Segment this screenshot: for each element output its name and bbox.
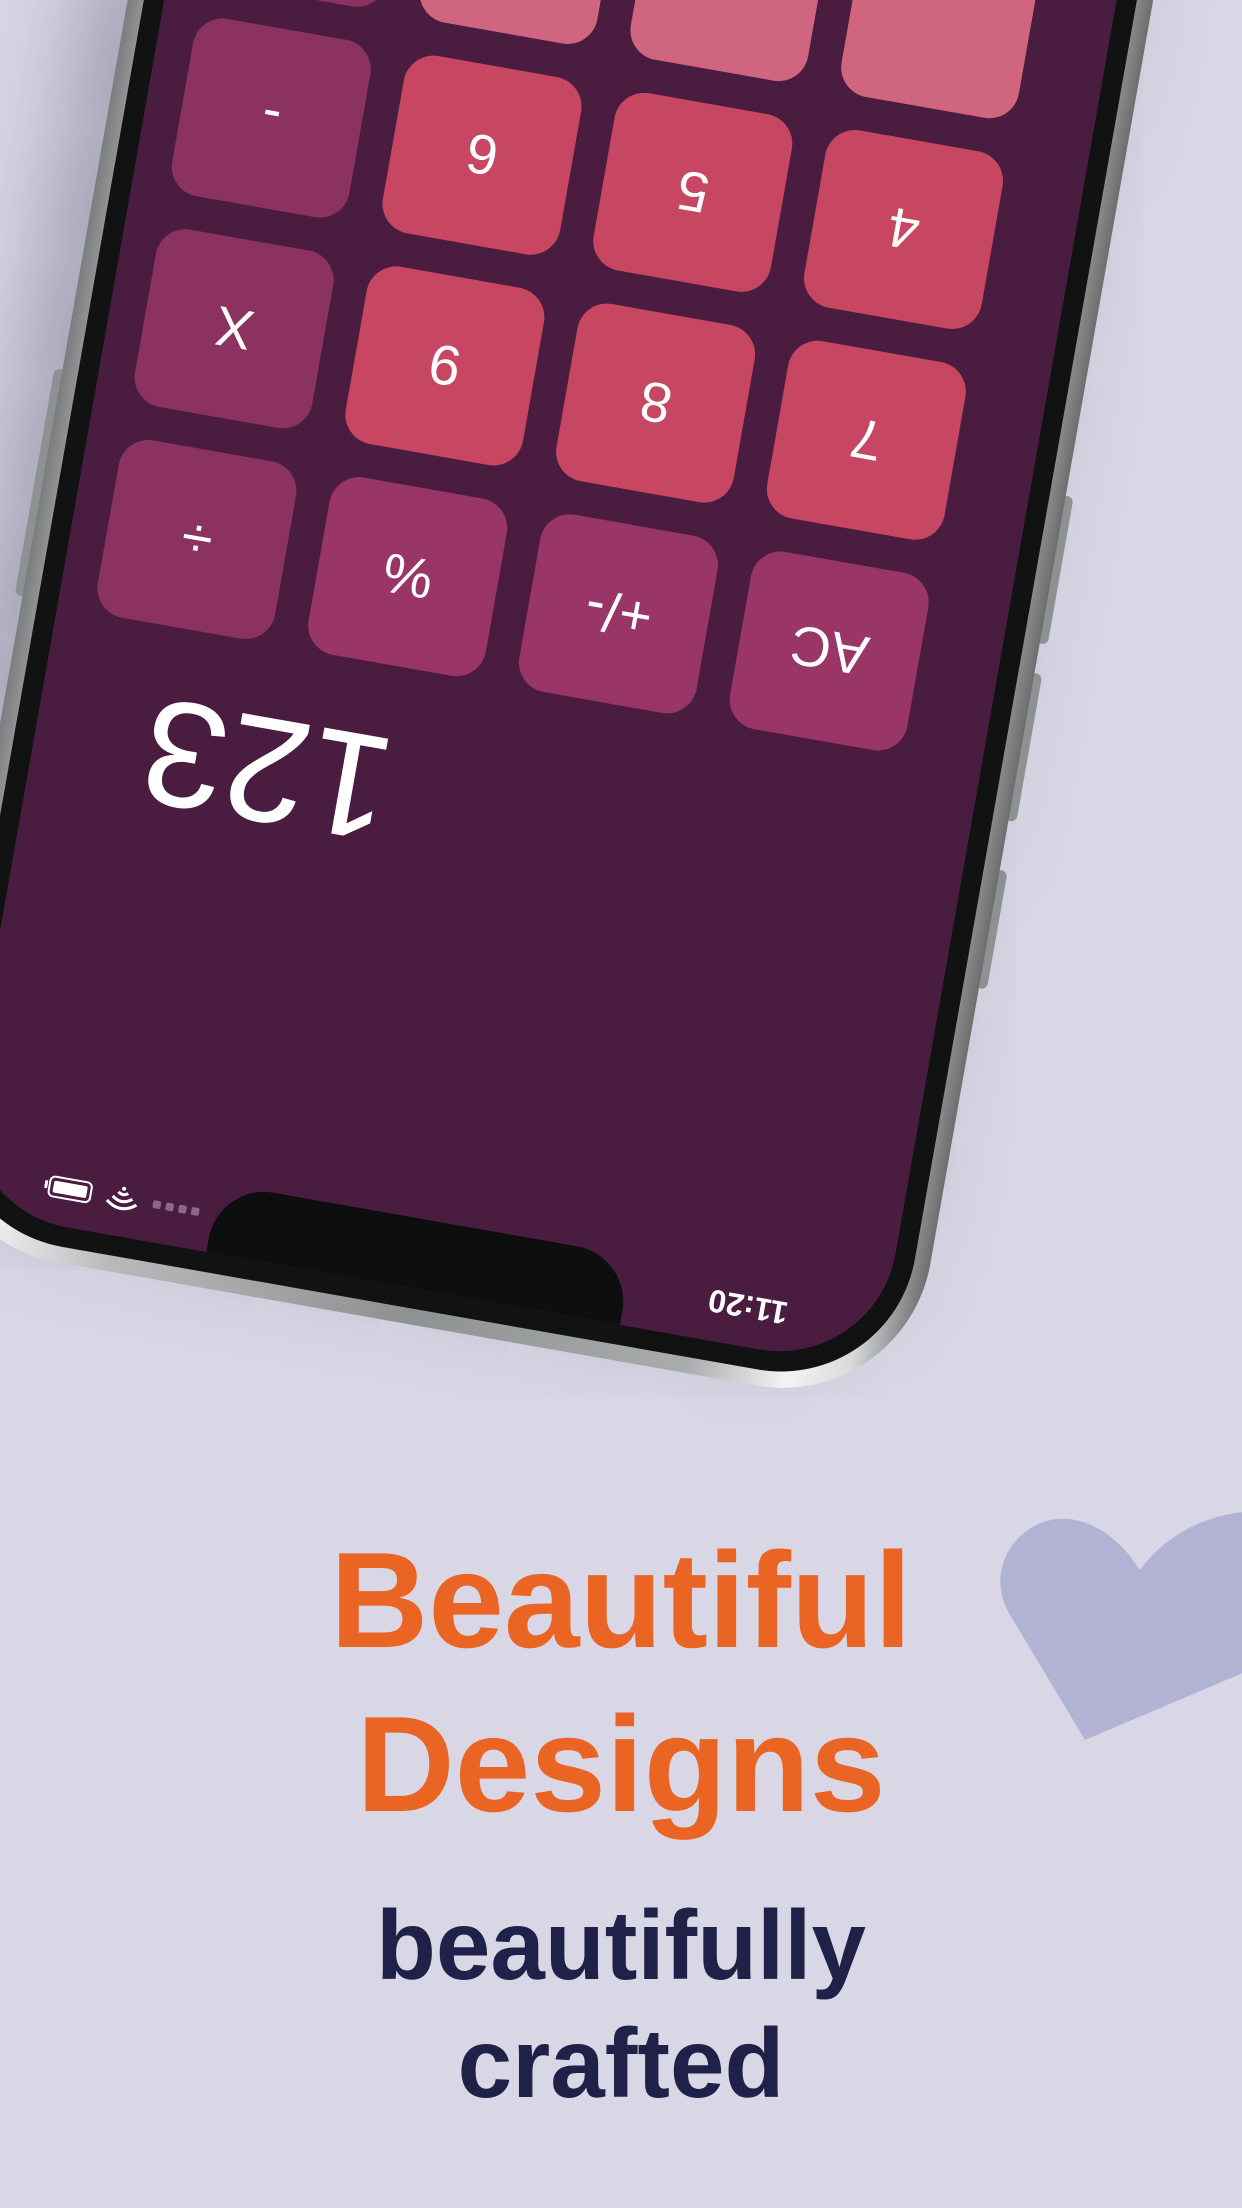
- notch: [206, 1183, 633, 1325]
- subhead-line-2: crafted: [457, 2008, 785, 2118]
- status-indicators: [46, 1174, 201, 1224]
- subhead-line-1: beautifully: [375, 1890, 867, 2000]
- plus-minus-key[interactable]: +/-: [514, 509, 723, 719]
- digit-9-key[interactable]: 9: [340, 261, 550, 471]
- key-partial[interactable]: [414, 0, 624, 49]
- key-partial[interactable]: [836, 0, 1045, 124]
- wifi-icon: [105, 1186, 138, 1211]
- status-time: 11:20: [705, 1282, 791, 1332]
- headline-line-1: Beautiful: [330, 1524, 912, 1676]
- multiply-key[interactable]: X: [129, 224, 339, 434]
- signal-icon: [152, 1200, 200, 1217]
- digit-6-key[interactable]: 6: [377, 50, 587, 260]
- digit-5-key[interactable]: 5: [588, 88, 798, 297]
- minus-key[interactable]: -: [167, 13, 376, 223]
- headline-line-2: Designs: [356, 1688, 886, 1840]
- digit-7-key[interactable]: 7: [762, 335, 971, 545]
- key-partial[interactable]: [625, 0, 835, 86]
- phone-bezel: 11:20 123 AC +/- % ÷ 7 8 9 X 4 5 6 -: [0, 0, 1242, 1394]
- digit-8-key[interactable]: 8: [551, 298, 760, 508]
- digit-4-key[interactable]: 4: [799, 125, 1008, 334]
- calculator-screen: 11:20 123 AC +/- % ÷ 7 8 9 X 4 5 6 -: [0, 0, 1231, 1370]
- all-clear-key[interactable]: AC: [724, 546, 934, 756]
- percent-key[interactable]: %: [303, 472, 512, 681]
- phone-frame: 11:20 123 AC +/- % ÷ 7 8 9 X 4 5 6 -: [0, 0, 1242, 1412]
- keypad: AC +/- % ÷ 7 8 9 X 4 5 6 -: [92, 0, 1045, 756]
- divide-key[interactable]: ÷: [92, 435, 302, 644]
- key-partial[interactable]: [204, 0, 413, 12]
- calculator-display: 123: [129, 665, 405, 875]
- battery-icon: [46, 1174, 94, 1205]
- promo-stage: 11:20 123 AC +/- % ÷ 7 8 9 X 4 5 6 - Bea…: [0, 0, 1242, 2208]
- phone-mockup: 11:20 123 AC +/- % ÷ 7 8 9 X 4 5 6 -: [0, 0, 1242, 1412]
